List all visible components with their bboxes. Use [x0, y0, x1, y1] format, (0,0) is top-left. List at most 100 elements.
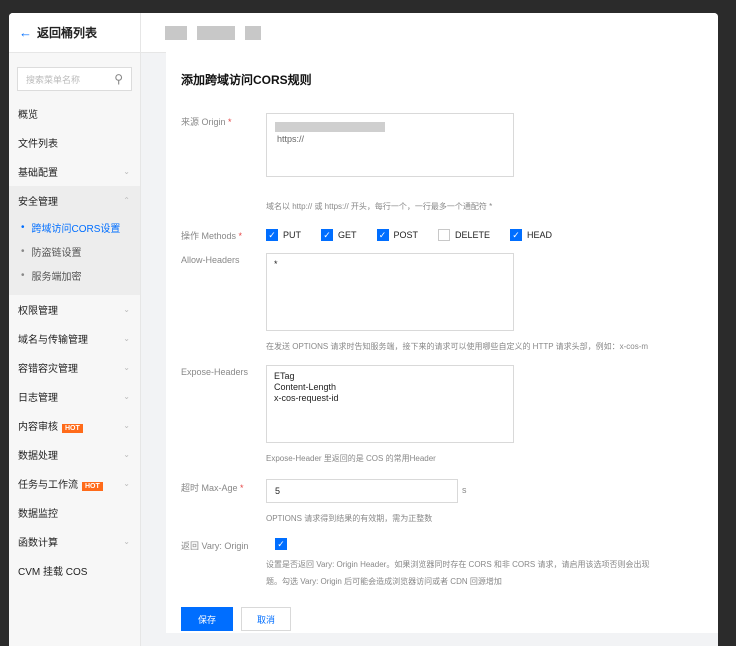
top-header — [141, 13, 718, 53]
sidebar-item-label: CVM 挂载 COS — [18, 567, 88, 578]
sidebar-item-label: 数据处理 — [18, 451, 58, 462]
maxage-input[interactable]: 5 — [266, 479, 458, 503]
vary-checkbox[interactable]: ✓ — [275, 538, 287, 550]
origin-value: https:// — [277, 134, 305, 144]
maxage-unit: s — [462, 485, 467, 495]
method-option[interactable]: DELETE — [438, 229, 490, 241]
required-mark: * — [228, 117, 232, 127]
sidebar-item[interactable]: 概览 — [9, 99, 140, 128]
method-checkbox[interactable]: ✓ — [510, 229, 523, 241]
sidebar-item-label: 安全管理 — [18, 197, 58, 208]
chevron-down-icon: ⌄ — [123, 334, 130, 343]
sidebar-item[interactable]: 文件列表 — [9, 128, 140, 157]
vary-label: 返回 Vary: Origin — [181, 541, 249, 551]
origin-label: 来源 Origin * — [181, 117, 232, 127]
search-icon[interactable]: ⚲ — [114, 72, 123, 86]
chevron-down-icon: ⌄ — [123, 479, 130, 488]
method-option[interactable]: ✓ POST — [376, 229, 419, 241]
method-checkbox[interactable] — [438, 229, 451, 241]
sidebar-item-label: 权限管理 — [18, 306, 58, 317]
method-checkbox[interactable]: ✓ — [376, 229, 389, 241]
bullet-icon: • — [21, 221, 25, 233]
sidebar-item[interactable]: 任务与工作流 HOT ⌄ — [9, 469, 140, 498]
sidebar-item[interactable]: 日志管理 ⌄ — [9, 382, 140, 411]
sidebar-item-label: 概览 — [18, 110, 38, 121]
sidebar-subitem-label: 服务端加密 — [31, 271, 82, 283]
allow-headers-textarea[interactable]: * — [266, 253, 514, 331]
method-option[interactable]: ✓ HEAD — [510, 229, 552, 241]
method-option[interactable]: ✓ GET — [321, 229, 357, 241]
chevron-down-icon: ⌄ — [123, 392, 130, 401]
sidebar: ← 返回桶列表 搜索菜单名称 ⚲ 概览文件列表基础配置 ⌄ 安全管理 ⌃ • 跨域访问CO… — [9, 13, 141, 646]
maxage-label: 超时 Max-Age * — [181, 483, 244, 493]
sidebar-item-label: 容错容灾管理 — [18, 364, 78, 375]
bullet-icon: • — [21, 269, 25, 281]
chevron-up-icon: ⌃ — [123, 196, 130, 205]
method-label: DELETE — [455, 230, 491, 240]
vary-hint-line2: 题。勾选 Vary: Origin 后可能会造成浏览器访问或者 CDN 回源增加 — [266, 577, 502, 586]
sidebar-item[interactable]: 函数计算 ⌄ — [9, 527, 140, 556]
redacted-breadcrumb — [165, 25, 187, 40]
vary-hint-line1: 设置是否返回 Vary: Origin Header。如果浏览器同时存在 COR… — [266, 560, 650, 569]
sidebar-subitem[interactable]: • 跨域访问CORS设置 — [9, 215, 140, 239]
sidebar-item-label: 任务与工作流 — [18, 480, 78, 491]
sidebar-item-label: 域名与传输管理 — [18, 335, 88, 346]
expose-headers-textarea[interactable]: ETag Content-Length x-cos-request-id — [266, 365, 514, 443]
redacted-breadcrumb — [197, 25, 235, 40]
method-option[interactable]: ✓ PUT — [266, 229, 301, 241]
chevron-down-icon: ⌄ — [123, 305, 130, 314]
sidebar-item[interactable]: 域名与传输管理 ⌄ — [9, 324, 140, 353]
redacted-breadcrumb — [245, 25, 261, 40]
methods-group: ✓ PUT ✓ GET ✓ POST DELETE ✓ HEAD — [266, 229, 572, 241]
origin-hint: 域名以 http:// 或 https:// 开头，每行一个，一行最多一个通配符… — [266, 202, 493, 211]
sidebar-subitem-label: 跨域访问CORS设置 — [31, 223, 121, 235]
sidebar-item[interactable]: 容错容灾管理 ⌄ — [9, 353, 140, 382]
sidebar-item-label: 日志管理 — [18, 393, 58, 404]
sidebar-group-security: 安全管理 ⌃ • 跨域访问CORS设置 • 防盗链设置 • 服务端加密 — [9, 186, 140, 295]
sidebar-item[interactable]: 权限管理 ⌄ — [9, 295, 140, 324]
expose-headers-label: Expose-Headers — [181, 367, 249, 377]
nav-list: 概览文件列表基础配置 ⌄ 安全管理 ⌃ • 跨域访问CORS设置 • 防盗链设置 • 服务端加密权… — [9, 99, 140, 585]
chevron-down-icon: ⌄ — [123, 421, 130, 430]
method-label: PUT — [283, 230, 301, 240]
sidebar-item-label: 内容审核 — [18, 422, 58, 433]
sidebar-item[interactable]: 安全管理 ⌃ — [9, 186, 140, 215]
arrow-left-icon: ← — [19, 25, 32, 40]
chevron-down-icon: ⌄ — [123, 363, 130, 372]
redacted-origin — [275, 122, 385, 132]
sidebar-subitem-label: 防盗链设置 — [31, 247, 82, 259]
vary-checkbox-wrap: ✓ — [275, 538, 292, 550]
chevron-down-icon: ⌄ — [123, 167, 130, 176]
method-label: GET — [338, 230, 357, 240]
origin-textarea[interactable]: https:// — [266, 113, 514, 177]
allow-headers-label: Allow-Headers — [181, 255, 240, 265]
chevron-down-icon: ⌄ — [123, 537, 130, 546]
sidebar-item-label: 基础配置 — [18, 168, 58, 179]
allow-headers-hint: 在发送 OPTIONS 请求时告知服务端，接下来的请求可以使用哪些自定义的 HT… — [266, 342, 649, 351]
expose-headers-hint: Expose-Header 里返回的是 COS 的常用Header — [266, 454, 436, 463]
hot-badge: HOT — [62, 424, 83, 433]
sidebar-item[interactable]: 基础配置 ⌄ — [9, 157, 140, 186]
method-checkbox[interactable]: ✓ — [321, 229, 333, 241]
sidebar-item[interactable]: 数据处理 ⌄ — [9, 440, 140, 469]
form-title: 添加跨域访问CORS规则 — [181, 73, 312, 87]
menu-search-input[interactable]: 搜索菜单名称 ⚲ — [17, 67, 132, 91]
sidebar-item[interactable]: 内容审核 HOT ⌄ — [9, 411, 140, 440]
save-button[interactable]: 保存 — [181, 607, 233, 631]
sidebar-subitem[interactable]: • 防盗链设置 — [9, 239, 140, 263]
methods-label: 操作 Methods * — [181, 231, 243, 241]
back-to-bucket-list[interactable]: ← 返回桶列表 — [9, 13, 140, 53]
search-placeholder: 搜索菜单名称 — [26, 74, 81, 85]
cancel-button[interactable]: 取消 — [241, 607, 291, 631]
sidebar-item-label: 函数计算 — [18, 538, 58, 549]
cors-rule-form: 添加跨域访问CORS规则 来源 Origin * https:// 域名以 ht… — [166, 51, 718, 633]
back-label: 返回桶列表 — [37, 26, 98, 40]
method-label: POST — [393, 230, 419, 240]
sidebar-item[interactable]: 数据监控 — [9, 498, 140, 527]
method-checkbox[interactable]: ✓ — [266, 229, 278, 241]
sidebar-subitem[interactable]: • 服务端加密 — [9, 263, 140, 287]
required-mark: * — [238, 231, 243, 241]
sidebar-item[interactable]: CVM 挂载 COS — [9, 556, 140, 585]
bullet-icon: • — [21, 245, 25, 257]
